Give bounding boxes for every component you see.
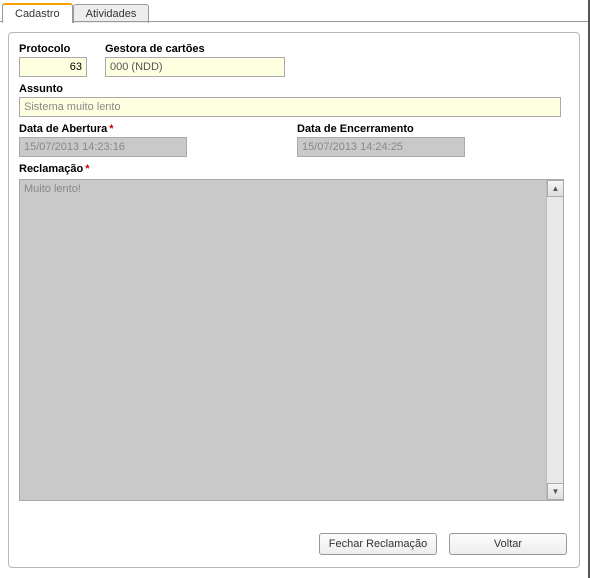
tab-bar: Cadastro Atividades: [0, 0, 588, 22]
input-protocolo[interactable]: [19, 57, 87, 77]
label-reclamacao: Reclamação*: [19, 163, 569, 175]
required-marker: *: [109, 123, 113, 135]
required-marker: *: [85, 163, 89, 175]
input-assunto[interactable]: [19, 97, 561, 117]
scroll-up-icon[interactable]: ▲: [547, 180, 564, 197]
button-row: Fechar Reclamação Voltar: [319, 533, 567, 555]
tab-cadastro[interactable]: Cadastro: [2, 3, 73, 23]
label-data-abertura: Data de Abertura*: [19, 123, 279, 135]
label-gestora: Gestora de cartões: [105, 43, 285, 55]
textarea-wrap: ▲ ▼: [19, 179, 564, 501]
label-protocolo: Protocolo: [19, 43, 87, 55]
textarea-reclamacao[interactable]: [20, 180, 545, 498]
input-data-encerramento: [297, 137, 465, 157]
form-panel: Protocolo Gestora de cartões Assunto Dat…: [8, 32, 580, 568]
fechar-reclamacao-button[interactable]: Fechar Reclamação: [319, 533, 437, 555]
scroll-down-icon[interactable]: ▼: [547, 483, 564, 500]
label-data-encerramento: Data de Encerramento: [297, 123, 465, 135]
tab-underline: [0, 21, 588, 22]
label-assunto: Assunto: [19, 83, 569, 95]
input-gestora[interactable]: [105, 57, 285, 77]
voltar-button[interactable]: Voltar: [449, 533, 567, 555]
scrollbar[interactable]: ▲ ▼: [546, 180, 563, 500]
input-data-abertura: [19, 137, 187, 157]
